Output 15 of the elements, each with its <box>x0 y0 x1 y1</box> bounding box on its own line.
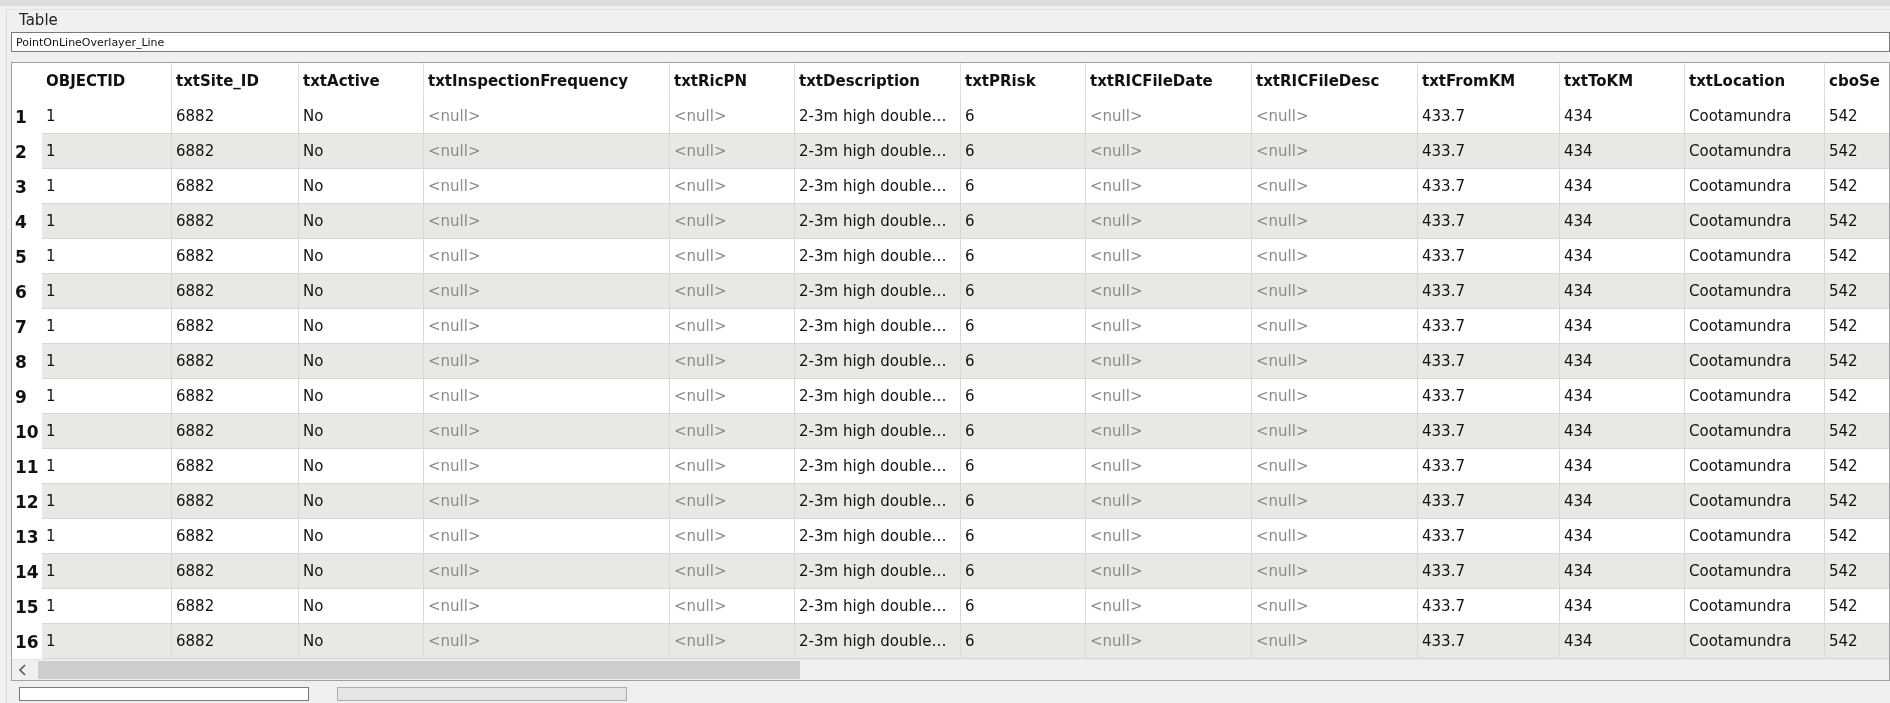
row-number[interactable]: 6 <box>12 274 42 309</box>
row-number[interactable]: 4 <box>12 204 42 239</box>
scrollbar-thumb[interactable] <box>38 661 800 679</box>
group-title: Table <box>18 10 58 31</box>
scroll-left-icon[interactable] <box>18 664 28 676</box>
table-name-field[interactable]: PointOnLineOverlayer_Line <box>11 32 1890 52</box>
input-field[interactable] <box>19 687 309 701</box>
row-number[interactable]: 14 <box>12 554 42 589</box>
row-number[interactable]: 10 <box>12 414 42 449</box>
row-number[interactable]: 2 <box>12 134 42 169</box>
horizontal-scrollbar[interactable] <box>12 659 1889 680</box>
row-number[interactable]: 8 <box>12 344 42 379</box>
row-number[interactable]: 16 <box>12 624 42 659</box>
button[interactable] <box>337 687 627 701</box>
row-number[interactable]: 12 <box>12 484 42 519</box>
